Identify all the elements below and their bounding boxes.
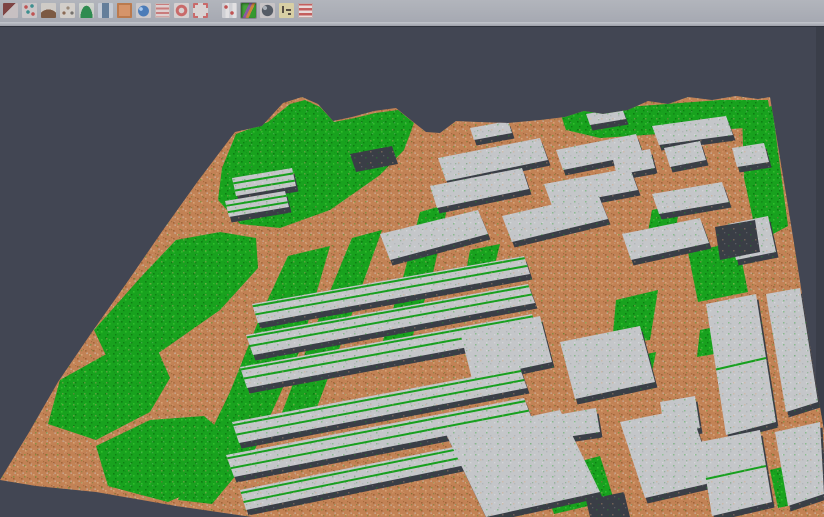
point-view-icon[interactable] [60, 3, 75, 18]
flag-stripes-icon[interactable] [298, 3, 313, 18]
open-file-icon[interactable] [3, 3, 18, 18]
profile-tool-icon[interactable] [98, 3, 113, 18]
grid-markers-icon[interactable] [222, 3, 237, 18]
terrain-view-icon[interactable] [79, 3, 94, 18]
layer-list-icon[interactable] [155, 3, 170, 18]
point-cloud-noise [0, 27, 824, 517]
toolbar [0, 0, 824, 22]
classification-view-icon[interactable] [241, 3, 256, 18]
measure-tool-icon[interactable] [279, 3, 294, 18]
app-window [0, 0, 824, 517]
point-cloud-scene [0, 27, 824, 517]
classify-points-icon[interactable] [22, 3, 37, 18]
intensity-view-icon[interactable] [117, 3, 132, 18]
globe-3d-icon[interactable] [136, 3, 151, 18]
hillshade-view-icon[interactable] [41, 3, 56, 18]
zoom-extent-icon[interactable] [193, 3, 208, 18]
target-ring-icon[interactable] [174, 3, 189, 18]
viewport-3d[interactable] [0, 27, 824, 517]
sphere-render-icon[interactable] [260, 3, 275, 18]
